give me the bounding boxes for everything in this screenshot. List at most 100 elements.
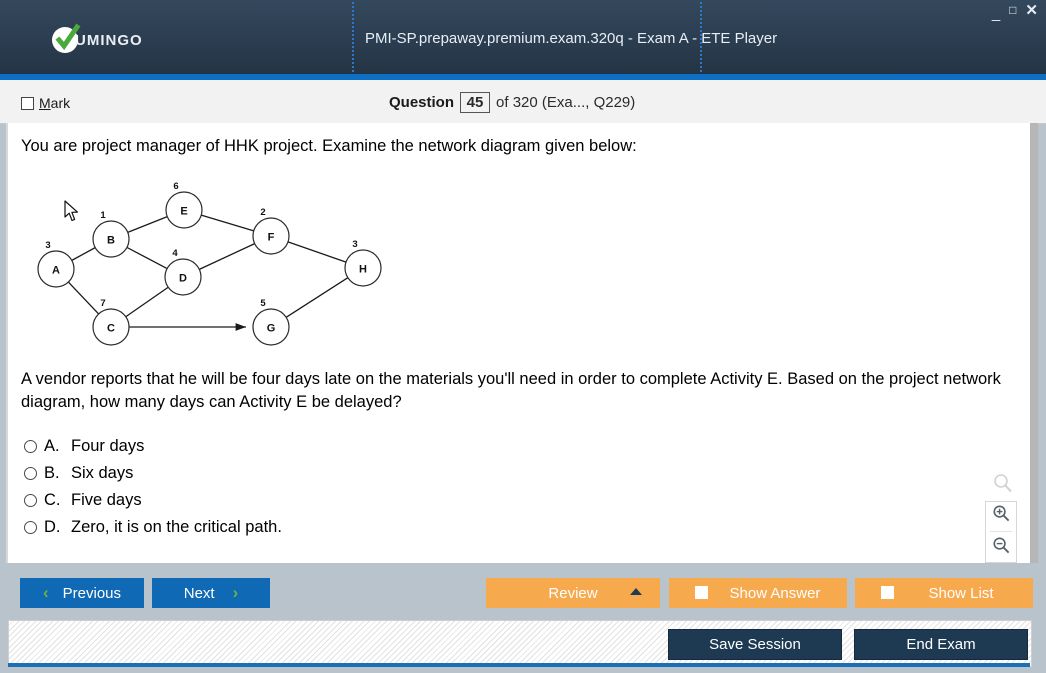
content-scroll-edge[interactable] (1030, 123, 1038, 563)
list-item[interactable]: B. Six days (24, 460, 724, 487)
option-radio-a[interactable] (24, 440, 37, 453)
option-radio-d[interactable] (24, 521, 37, 534)
question-counter: Question 45 of 320 (Exa..., Q229) (389, 92, 635, 113)
close-icon[interactable]: ✕ (1025, 3, 1038, 18)
network-diagram-svg: A3 B1C7D4E6F2G5H3 (37, 181, 382, 346)
show-answer-button[interactable]: Show Answer (669, 578, 847, 608)
question-word: Question (389, 94, 455, 111)
navigation-toolbar: ‹ Previous Next › Review Show Answer Sho… (8, 578, 1038, 612)
question-header-bar: Mark Question 45 of 320 (Exa..., Q229) (0, 80, 1046, 124)
logo-text: UMINGO (75, 31, 143, 49)
chevron-right-icon: › (232, 583, 239, 602)
window-edge-right (1038, 80, 1046, 673)
minimize-icon[interactable]: _ (992, 6, 1000, 21)
diagram-node-F: F2 (252, 207, 290, 255)
diagram-node-H: H3 (344, 239, 382, 287)
diagram-edge-D-F (199, 243, 255, 270)
diagram-node-B: B1 (92, 210, 130, 258)
save-session-label: Save Session (709, 636, 801, 653)
mark-checkbox[interactable] (21, 96, 34, 110)
svg-text:F: F (268, 232, 275, 244)
diagram-edge-G-H (285, 277, 349, 318)
footer-bar: Save Session End Exam (8, 620, 1032, 667)
svg-text:7: 7 (100, 298, 105, 309)
svg-text:E: E (180, 206, 187, 218)
diagram-edge-F-H (287, 241, 347, 263)
question-body-text: A vendor reports that he will be four da… (21, 370, 1001, 411)
option-letter-d: D. (44, 518, 61, 536)
option-text-a: Four days (71, 437, 145, 455)
diagram-node-G: G5 (252, 298, 290, 346)
show-answer-label: Show Answer (729, 584, 821, 602)
review-button[interactable]: Review (486, 578, 660, 608)
mouse-cursor-icon (64, 200, 82, 229)
zoom-out-icon[interactable] (992, 536, 1011, 560)
svg-text:3: 3 (352, 239, 357, 250)
svg-text:2: 2 (260, 207, 265, 218)
svg-text:6: 6 (173, 181, 178, 192)
diagram-node-E: E6 (165, 181, 203, 229)
question-intro-text: You are project manager of HHK project. … (21, 137, 637, 155)
previous-button-label: Previous (62, 584, 122, 602)
maximize-icon[interactable]: □ (1009, 4, 1016, 17)
option-letter-a: A. (44, 437, 60, 455)
ete-player-window: UMINGO PMI-SP.prepaway.premium.exam.320q… (0, 0, 1046, 673)
svg-text:4: 4 (172, 248, 178, 259)
end-exam-label: End Exam (906, 636, 976, 653)
option-letter-b: B. (44, 464, 60, 482)
magnifier-icon[interactable] (992, 473, 1014, 500)
diagram-edge-C-D (125, 286, 169, 318)
list-item[interactable]: A. Four days (24, 433, 724, 460)
end-exam-button[interactable]: End Exam (854, 629, 1028, 660)
option-text-b: Six days (71, 464, 134, 482)
svg-text:C: C (107, 323, 115, 335)
option-radio-b[interactable] (24, 467, 37, 480)
option-radio-c[interactable] (24, 494, 37, 507)
option-text-c: Five days (71, 491, 142, 509)
title-divider-left (352, 2, 354, 72)
diagram-node-D: D4 (164, 248, 202, 296)
chevron-left-icon: ‹ (42, 583, 49, 602)
footer-accent-line (8, 663, 1030, 667)
mark-label: Mark (39, 95, 71, 111)
diagram-node-A: A3 (37, 240, 75, 288)
diagram-edge-A-C (67, 281, 100, 315)
question-number[interactable]: 45 (460, 92, 491, 113)
diagram-edge-E-F (201, 214, 254, 232)
list-item[interactable]: C. Five days (24, 487, 724, 514)
network-diagram: A3B1C7D4E6F2G5H3 (20, 171, 400, 356)
next-button-label: Next (183, 584, 215, 602)
mark-checkbox-group[interactable]: Mark (21, 95, 70, 111)
title-bar: UMINGO PMI-SP.prepaway.premium.exam.320q… (0, 0, 1046, 74)
question-total: of 320 (Exa..., Q229) (496, 94, 636, 111)
list-item[interactable]: D. Zero, it is on the critical path. (24, 514, 724, 541)
next-button[interactable]: Next › (152, 578, 270, 608)
save-session-button[interactable]: Save Session (668, 629, 842, 660)
diagram-edge-B-E (127, 216, 168, 233)
show-list-button[interactable]: Show List (855, 578, 1033, 608)
svg-text:B: B (107, 235, 115, 247)
window-title: PMI-SP.prepaway.premium.exam.320q - Exam… (365, 30, 778, 47)
svg-text:3: 3 (45, 240, 50, 251)
app-logo: UMINGO (52, 23, 143, 54)
previous-button[interactable]: ‹ Previous (20, 578, 144, 608)
zoom-in-icon[interactable] (992, 504, 1011, 528)
svg-text:A: A (52, 265, 60, 277)
svg-text:1: 1 (100, 210, 106, 221)
svg-text:G: G (267, 323, 276, 335)
diagram-node-C: C7 (92, 298, 130, 346)
svg-text:5: 5 (260, 298, 266, 309)
zoom-panel (985, 501, 1017, 563)
question-content-area: You are project manager of HHK project. … (8, 123, 1030, 563)
diagram-edge-B-D (126, 246, 168, 270)
answer-options-list: A. Four days B. Six days C. Five days D.… (24, 433, 724, 541)
diagram-edge-A-B (71, 247, 96, 261)
window-controls: _ □ ✕ (992, 3, 1038, 21)
option-text-d: Zero, it is on the critical path. (71, 518, 282, 536)
chevron-up-icon (630, 588, 642, 595)
option-letter-c: C. (44, 491, 61, 509)
check-circle-icon (52, 23, 81, 53)
svg-text:H: H (359, 264, 367, 276)
show-list-label: Show List (928, 584, 994, 602)
svg-text:D: D (179, 273, 187, 285)
